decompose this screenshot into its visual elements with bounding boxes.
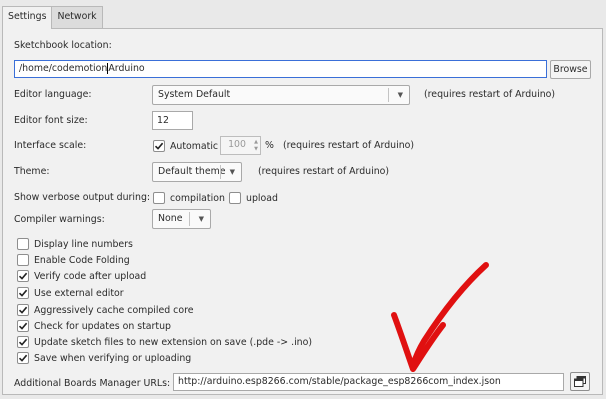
boards-manager-urls-label: Additional Boards Manager URLs:: [14, 378, 171, 389]
verbose-compilation-checkbox[interactable]: compilation: [153, 191, 225, 205]
check-icon: [18, 338, 28, 346]
theme-label: Theme:: [14, 166, 50, 177]
theme-select[interactable]: Default theme ▼: [152, 162, 242, 182]
sketchbook-location-label: Sketchbook location:: [14, 40, 112, 51]
chevron-down-icon: ▼: [229, 168, 235, 176]
editor-language-value: System Default: [158, 89, 231, 100]
option-label: Save when verifying or uploading: [34, 352, 192, 364]
interface-scale-label: Interface scale:: [14, 140, 87, 151]
editor-language-label: Editor language:: [14, 89, 92, 100]
option-save-when-verifying[interactable]: Save when verifying or uploading: [17, 351, 191, 365]
option-label: Aggressively cache compiled core: [34, 304, 194, 316]
checkbox[interactable]: [229, 192, 241, 204]
automatic-label: Automatic: [170, 140, 219, 152]
option-label: Use external editor: [34, 287, 124, 299]
spinner-up-icon: ▲: [254, 139, 258, 145]
option-display-line-numbers[interactable]: Display line numbers: [17, 237, 133, 251]
check-icon: [18, 289, 28, 297]
option-aggressively-cache-core[interactable]: Aggressively cache compiled core: [17, 303, 193, 317]
spinner-down-icon: ▼: [254, 146, 258, 152]
checkbox[interactable]: [17, 238, 29, 250]
theme-value: Default theme: [158, 166, 226, 177]
interface-scale-unit: %: [265, 140, 274, 151]
option-verify-code-after-upload[interactable]: Verify code after upload: [17, 269, 146, 283]
chevron-down-icon: ▼: [198, 215, 204, 223]
compilation-label: compilation: [170, 192, 225, 204]
compiler-warnings-value: None: [158, 213, 183, 224]
interface-scale-spinner: 100 ▲ ▼: [220, 136, 261, 155]
check-icon: [18, 354, 28, 362]
option-label: Display line numbers: [34, 238, 133, 250]
option-label: Check for updates on startup: [34, 320, 171, 332]
open-window-icon: [574, 376, 586, 387]
checkbox[interactable]: [17, 287, 29, 299]
option-label: Enable Code Folding: [34, 254, 130, 266]
checkbox[interactable]: [153, 192, 165, 204]
boards-urls-edit-button[interactable]: [570, 372, 590, 391]
interface-scale-note: (requires restart of Arduino): [283, 140, 415, 151]
verbose-upload-checkbox[interactable]: upload: [229, 191, 278, 205]
check-icon: [18, 322, 28, 330]
check-icon: [154, 142, 164, 150]
checkbox[interactable]: [17, 254, 29, 266]
browse-button[interactable]: Browse: [550, 60, 591, 79]
upload-label: upload: [246, 192, 278, 204]
interface-scale-value: 100: [228, 139, 246, 150]
font-size-input[interactable]: 12: [152, 111, 193, 130]
combo-separator: [388, 88, 389, 102]
option-enable-code-folding[interactable]: Enable Code Folding: [17, 253, 130, 267]
checkbox[interactable]: [17, 336, 29, 348]
sketchbook-path-part-1: /home/codemotion: [19, 63, 108, 74]
checkbox[interactable]: [17, 320, 29, 332]
checkbox[interactable]: [17, 352, 29, 364]
compiler-warnings-label: Compiler warnings:: [14, 214, 105, 225]
option-label: Update sketch files to new extension on …: [34, 336, 313, 348]
chevron-down-icon: ▼: [397, 91, 403, 99]
checkbox[interactable]: [153, 140, 165, 152]
option-check-for-updates[interactable]: Check for updates on startup: [17, 319, 171, 333]
tab-network[interactable]: Network: [51, 6, 103, 28]
sketchbook-location-input[interactable]: /home/codemotionArduino: [14, 60, 547, 78]
option-use-external-editor[interactable]: Use external editor: [17, 286, 124, 300]
red-arrow-annotation: [391, 262, 489, 372]
option-update-sketch-extension[interactable]: Update sketch files to new extension on …: [17, 335, 312, 349]
theme-note: (requires restart of Arduino): [258, 166, 390, 177]
option-label: Verify code after upload: [34, 270, 147, 282]
editor-language-note: (requires restart of Arduino): [424, 89, 556, 100]
settings-panel: Sketchbook location: /home/codemotionArd…: [2, 28, 603, 395]
compiler-warnings-select[interactable]: None ▼: [152, 209, 211, 229]
combo-separator: [189, 212, 190, 226]
checkbox[interactable]: [17, 304, 29, 316]
tab-bar: Settings Network: [2, 6, 103, 29]
combo-separator: [220, 165, 221, 179]
editor-language-select[interactable]: System Default ▼: [152, 85, 410, 105]
check-icon: [18, 272, 28, 280]
font-size-label: Editor font size:: [14, 115, 88, 126]
tab-settings[interactable]: Settings: [2, 6, 53, 29]
sketchbook-path-part-2: Arduino: [108, 63, 145, 74]
checkbox[interactable]: [17, 270, 29, 282]
interface-scale-automatic-checkbox[interactable]: Automatic: [153, 139, 218, 153]
check-icon: [18, 306, 28, 314]
verbose-output-label: Show verbose output during:: [14, 192, 151, 203]
